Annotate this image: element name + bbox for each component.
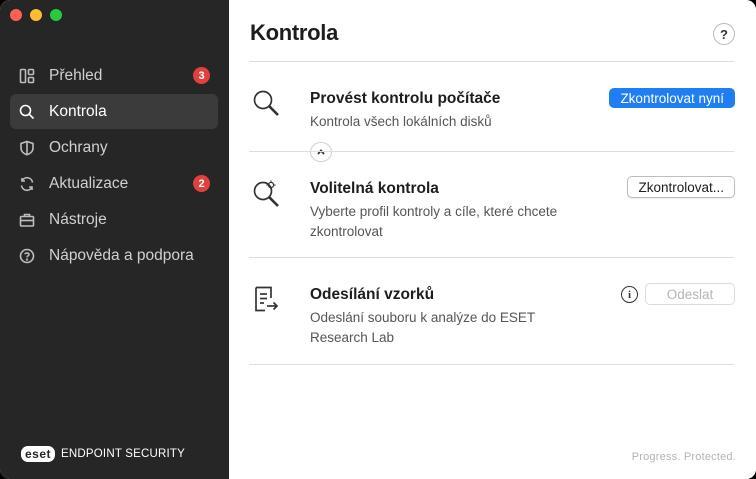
divider bbox=[249, 364, 734, 365]
dashboard-icon bbox=[18, 67, 36, 85]
computer-scan-icon bbox=[251, 88, 281, 118]
help-button[interactable]: ? bbox=[713, 23, 735, 45]
main-panel: Kontrola ? Provést kontrolu počítače Kon… bbox=[229, 0, 756, 479]
maximize-window-button[interactable] bbox=[50, 9, 62, 21]
computer-scan-title: Provést kontrolu počítače bbox=[310, 90, 501, 107]
sidebar-item-label: Kontrola bbox=[49, 102, 107, 120]
shield-icon bbox=[18, 139, 36, 157]
divider bbox=[249, 257, 734, 258]
refresh-icon bbox=[18, 175, 36, 193]
custom-scan-title: Volitelná kontrola bbox=[310, 180, 439, 197]
divider bbox=[249, 151, 734, 152]
sidebar-item-label: Nástroje bbox=[49, 210, 107, 228]
app-window: Přehled 3 Kontrola Ochrany Aktualizace 2… bbox=[0, 0, 756, 479]
sidebar-item-aktualizace[interactable]: Aktualizace 2 bbox=[10, 166, 218, 201]
briefcase-icon bbox=[18, 211, 36, 229]
collapse-button[interactable] bbox=[310, 142, 332, 162]
eset-logo: eset bbox=[21, 446, 56, 462]
page-title: Kontrola bbox=[250, 20, 339, 45]
sidebar-item-nastroje[interactable]: Nástroje bbox=[10, 202, 218, 237]
product-name: ENDPOINT SECURITY bbox=[61, 448, 185, 460]
sidebar-item-label: Nápověda a podpora bbox=[49, 246, 194, 264]
help-circle-icon bbox=[18, 247, 36, 265]
search-icon bbox=[18, 103, 36, 121]
custom-scan-button[interactable]: Zkontrolovat... bbox=[627, 176, 735, 198]
sidebar-item-label: Aktualizace bbox=[49, 174, 129, 192]
scan-now-button[interactable]: Zkontrolovat nyní bbox=[609, 88, 735, 108]
sidebar-nav: Přehled 3 Kontrola Ochrany Aktualizace 2… bbox=[10, 58, 218, 274]
divider bbox=[249, 61, 734, 62]
notification-badge: 2 bbox=[193, 175, 210, 192]
sidebar-item-prehled[interactable]: Přehled 3 bbox=[10, 58, 218, 93]
submit-button: Odeslat bbox=[645, 283, 735, 305]
computer-scan-description: Kontrola všech lokálních disků bbox=[310, 114, 492, 129]
custom-scan-description: Vyberte profil kontroly a cíle, které ch… bbox=[310, 204, 558, 239]
submit-sample-title: Odesílání vzorků bbox=[310, 286, 435, 303]
notification-badge: 3 bbox=[193, 67, 210, 84]
tagline: Progress. Protected. bbox=[631, 451, 736, 463]
info-icon[interactable]: i bbox=[621, 286, 638, 303]
custom-scan-icon bbox=[251, 178, 281, 208]
sidebar-item-label: Ochrany bbox=[49, 138, 108, 156]
sidebar-item-napoveda[interactable]: Nápověda a podpora bbox=[10, 238, 218, 273]
sidebar-item-ochrany[interactable]: Ochrany bbox=[10, 130, 218, 165]
sidebar-item-kontrola[interactable]: Kontrola bbox=[10, 94, 218, 129]
chevron-up-icon bbox=[317, 149, 325, 155]
brand: eset ENDPOINT SECURITY bbox=[21, 446, 185, 462]
submit-sample-description: Odeslání souboru k analýze do ESET Resea… bbox=[310, 310, 535, 345]
minimize-window-button[interactable] bbox=[30, 9, 42, 21]
window-controls bbox=[10, 9, 62, 21]
sidebar: Přehled 3 Kontrola Ochrany Aktualizace 2… bbox=[0, 0, 229, 479]
submit-sample-icon bbox=[251, 285, 281, 315]
sidebar-item-label: Přehled bbox=[49, 66, 103, 84]
close-window-button[interactable] bbox=[10, 9, 22, 21]
